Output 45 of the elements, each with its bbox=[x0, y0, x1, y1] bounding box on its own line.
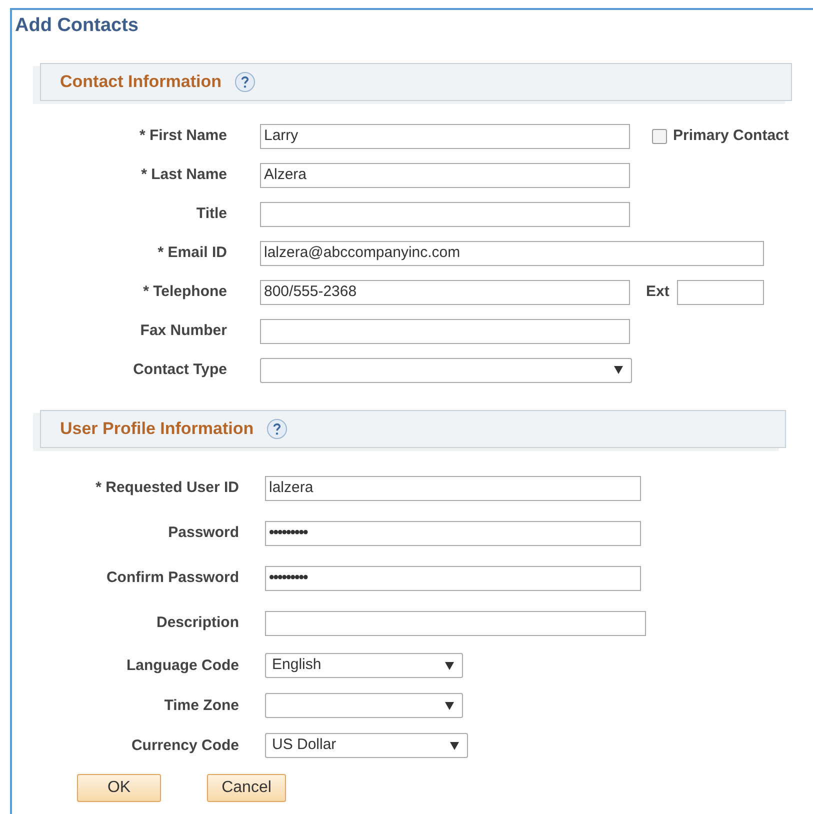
checkbox-label: Primary Contact bbox=[673, 126, 789, 146]
caret-icon bbox=[445, 702, 454, 710]
section-title: User Profile Information bbox=[60, 418, 254, 440]
input-field[interactable] bbox=[260, 318, 630, 344]
page-title: Add Contacts bbox=[15, 14, 140, 38]
caret-icon bbox=[450, 742, 459, 750]
field-label: * Requested User ID bbox=[96, 479, 239, 496]
dropdown-field[interactable] bbox=[265, 693, 463, 718]
ok-button[interactable]: OK bbox=[77, 774, 161, 802]
help-icon[interactable] bbox=[234, 70, 256, 92]
field-label: Ext bbox=[646, 282, 670, 302]
field-label: Title bbox=[196, 205, 227, 222]
caret-icon bbox=[445, 662, 454, 670]
help-icon[interactable] bbox=[266, 418, 288, 440]
dropdown-field[interactable]: English bbox=[265, 653, 463, 678]
dropdown-value: US Dollar bbox=[272, 735, 336, 756]
input-field[interactable] bbox=[260, 202, 630, 226]
caret-icon bbox=[614, 366, 623, 374]
password-field[interactable]: ••••••••• bbox=[265, 520, 641, 546]
field-label: * Last Name bbox=[141, 166, 227, 183]
input-field[interactable] bbox=[265, 610, 646, 636]
field-label: Fax Number bbox=[140, 322, 227, 339]
field-label: Contact Type bbox=[133, 361, 227, 378]
field-label: Time Zone bbox=[164, 696, 239, 714]
dropdown-value: English bbox=[272, 655, 322, 676]
input-field[interactable]: lalzera bbox=[265, 476, 641, 500]
cancel-button[interactable]: Cancel bbox=[207, 774, 286, 802]
field-label: Language Code bbox=[126, 656, 239, 674]
field-label: Confirm Password bbox=[106, 569, 239, 586]
input-field[interactable]: Alzera bbox=[260, 162, 630, 188]
input-field[interactable]: lalzera@abccompanyinc.com bbox=[260, 240, 764, 266]
dropdown-field[interactable] bbox=[260, 358, 632, 382]
input-field[interactable] bbox=[677, 280, 764, 304]
dropdown-field[interactable]: US Dollar bbox=[265, 733, 468, 758]
field-label: * Telephone bbox=[143, 283, 227, 300]
input-field[interactable]: 800/555-2368 bbox=[260, 280, 630, 304]
field-label: Currency Code bbox=[131, 736, 239, 754]
field-label: * First Name bbox=[139, 127, 227, 144]
password-field[interactable]: ••••••••• bbox=[265, 566, 641, 590]
field-label: * Email ID bbox=[158, 244, 227, 261]
section-title: Contact Information bbox=[60, 70, 222, 93]
field-label: Password bbox=[168, 524, 239, 541]
input-field[interactable]: Larry bbox=[260, 124, 630, 148]
field-label: Description bbox=[156, 614, 239, 631]
checkbox[interactable] bbox=[652, 128, 667, 144]
